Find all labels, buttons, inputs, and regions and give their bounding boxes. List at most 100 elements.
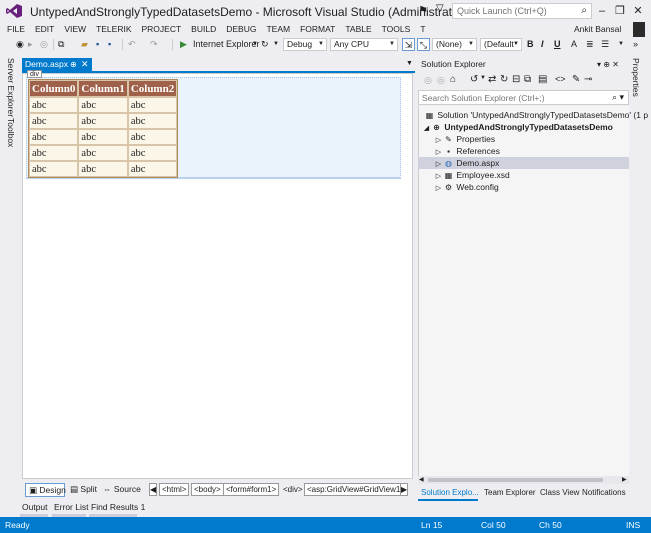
- tree-node-project[interactable]: ◢ ⊕ UntypedAndStronglyTypedDatasetsDemo: [418, 121, 629, 133]
- scroll-right-icon[interactable]: ▶: [622, 476, 627, 483]
- grid-cell[interactable]: abc: [29, 161, 79, 177]
- user-name[interactable]: Ankit Bansal: [574, 24, 621, 34]
- properties-tab[interactable]: Properties: [631, 58, 641, 97]
- tag-path-body[interactable]: <body>: [191, 483, 224, 496]
- chevron-down-icon[interactable]: ▼: [480, 75, 486, 81]
- style-combo[interactable]: (None) ▼: [432, 38, 477, 51]
- menu-debug[interactable]: DEBUG: [221, 22, 261, 36]
- grid-cell[interactable]: abc: [29, 145, 79, 161]
- solution-explorer-search-box[interactable]: ⌕ ▾: [418, 90, 629, 105]
- grid-header-cell[interactable]: Column1: [78, 80, 128, 97]
- font-combo[interactable]: (Default ▼: [480, 38, 522, 51]
- tab-output[interactable]: Output: [22, 502, 48, 512]
- tab-error-list[interactable]: Error List: [54, 502, 88, 512]
- forward-circle-icon[interactable]: ◎: [40, 38, 48, 51]
- menu-table[interactable]: TABLE: [340, 22, 376, 36]
- grid-cell[interactable]: abc: [127, 161, 178, 177]
- refresh-icon[interactable]: ↻: [261, 38, 269, 51]
- window-position-icon[interactable]: ▾: [597, 60, 601, 69]
- tree-node-solution[interactable]: ▦ Solution 'UntypedAndStronglyTypedDatas…: [418, 109, 648, 121]
- menu-view[interactable]: VIEW: [59, 22, 91, 36]
- solution-platform-combo[interactable]: Any CPU ▼: [330, 38, 398, 51]
- minimize-button[interactable]: –: [594, 3, 610, 19]
- menu-test[interactable]: T: [415, 22, 430, 36]
- collapsed-arrow-icon[interactable]: ▷: [434, 183, 443, 195]
- menu-project[interactable]: PROJECT: [137, 22, 187, 36]
- tag-path-scroll-left-icon[interactable]: ◀: [149, 483, 157, 496]
- back-icon[interactable]: ◎: [424, 75, 432, 86]
- preview-icon[interactable]: ⊸: [584, 74, 592, 85]
- back-icon[interactable]: ◉: [16, 38, 24, 51]
- split-view-button[interactable]: ▤ Split: [67, 483, 100, 497]
- pin-icon[interactable]: ⊕: [70, 58, 77, 71]
- grid-cell[interactable]: abc: [78, 161, 128, 177]
- menu-format[interactable]: FORMAT: [295, 22, 340, 36]
- align-icon[interactable]: ☰: [601, 38, 609, 51]
- tag-path-gridview[interactable]: <asp:GridView#GridView1>: [304, 483, 408, 496]
- solution-configuration-combo[interactable]: Debug ▼: [283, 38, 327, 51]
- tab-notifications[interactable]: Notifications: [582, 488, 626, 497]
- chevron-down-icon[interactable]: ▼: [252, 38, 258, 51]
- tab-team-explorer[interactable]: Team Explorer: [484, 488, 536, 497]
- sync-icon[interactable]: ↺: [470, 74, 478, 85]
- grid-header-cell[interactable]: Column0: [29, 80, 79, 97]
- new-project-icon[interactable]: ⧉: [58, 38, 64, 51]
- source-view-button[interactable]: ⇔ Source: [100, 483, 144, 497]
- toolbox-tab[interactable]: Toolbox: [6, 118, 16, 147]
- tab-class-view[interactable]: Class View: [540, 488, 579, 497]
- grid-cell[interactable]: abc: [78, 145, 128, 161]
- chevron-down-icon[interactable]: ▼: [273, 38, 279, 51]
- quick-launch-box[interactable]: ⌕: [452, 3, 592, 19]
- close-button[interactable]: ✕: [630, 3, 646, 19]
- show-all-files-icon[interactable]: ⧉: [524, 74, 531, 85]
- forward-icon[interactable]: ◎: [437, 75, 445, 86]
- tree-node-web-config[interactable]: ▷ ⚙ Web.config: [418, 181, 629, 193]
- restore-button[interactable]: ❐: [612, 3, 628, 19]
- browser-selector[interactable]: Internet Explorer: [193, 38, 260, 51]
- search-icon[interactable]: ⌕ ▾: [612, 92, 624, 103]
- tree-node-properties[interactable]: ▷ ✎ Properties: [418, 133, 629, 145]
- save-all-icon[interactable]: ▪: [108, 38, 111, 51]
- bold-button[interactable]: B: [527, 38, 534, 51]
- highlight-icon[interactable]: ≣: [586, 38, 594, 51]
- tab-solution-explorer[interactable]: Solution Explo...: [421, 488, 479, 497]
- block-selector-icon[interactable]: ⇲: [402, 38, 415, 51]
- toolbar-overflow-icon[interactable]: »: [633, 38, 638, 51]
- grid-cell[interactable]: abc: [127, 145, 178, 161]
- save-icon[interactable]: ▪: [96, 38, 99, 51]
- solution-explorer-search-input[interactable]: [419, 91, 604, 104]
- grid-cell[interactable]: abc: [127, 97, 178, 113]
- active-files-dropdown-icon[interactable]: ▼: [406, 60, 413, 67]
- grid-cell[interactable]: abc: [78, 129, 128, 145]
- text-color-icon[interactable]: A: [571, 38, 577, 51]
- forward-icon[interactable]: ▸: [28, 38, 33, 51]
- properties-icon[interactable]: ▤: [538, 74, 547, 85]
- view-code-icon[interactable]: <>: [555, 74, 566, 84]
- pending-changes-icon[interactable]: ⇄: [488, 74, 496, 85]
- close-icon[interactable]: ✕: [612, 60, 619, 69]
- grid-cell[interactable]: abc: [127, 113, 178, 129]
- chevron-down-icon[interactable]: ▼: [618, 38, 624, 51]
- grid-cell[interactable]: abc: [127, 129, 178, 145]
- open-folder-icon[interactable]: ▰: [81, 38, 88, 51]
- quick-launch-input[interactable]: [453, 4, 573, 18]
- tag-path-div[interactable]: <div>: [280, 483, 306, 496]
- grid-cell[interactable]: abc: [78, 97, 128, 113]
- search-icon[interactable]: ⌕: [581, 5, 587, 16]
- pin-icon[interactable]: ⊕: [603, 60, 610, 69]
- menu-telerik[interactable]: TELERIK: [91, 22, 136, 36]
- solution-explorer-window-controls[interactable]: ▾ ⊕ ✕: [597, 58, 619, 71]
- feedback-flag-icon[interactable]: ⚑: [418, 4, 428, 17]
- refresh-icon[interactable]: ↻: [500, 74, 508, 85]
- tag-path-form[interactable]: <form#form1>: [223, 483, 280, 496]
- tag-path-html[interactable]: <html>: [159, 483, 190, 496]
- server-explorer-tab[interactable]: Server Explorer: [6, 58, 16, 117]
- menu-build[interactable]: BUILD: [186, 22, 221, 36]
- collapse-all-icon[interactable]: ⊟: [512, 74, 520, 85]
- scrollbar-thumb[interactable]: [428, 478, 603, 482]
- grid-header-cell[interactable]: Column2: [127, 80, 178, 97]
- absolute-position-icon[interactable]: ⤡: [417, 38, 430, 51]
- menu-tools[interactable]: TOOLS: [377, 22, 416, 36]
- grid-cell[interactable]: abc: [29, 97, 79, 113]
- grid-cell[interactable]: abc: [29, 129, 79, 145]
